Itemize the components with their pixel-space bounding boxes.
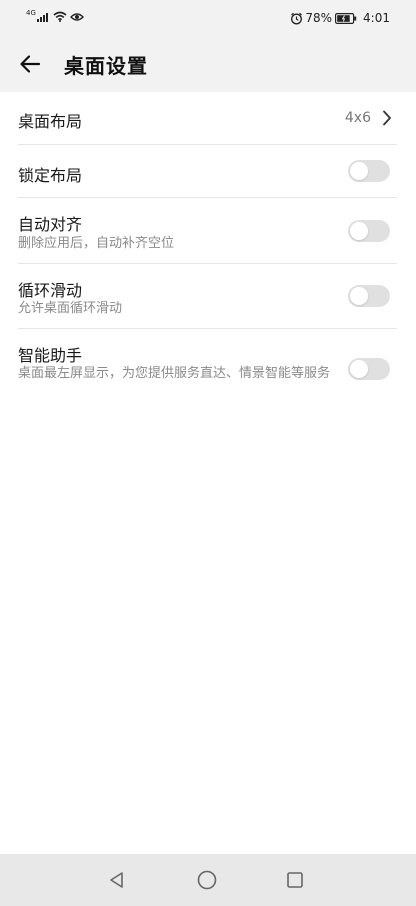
loop-scroll-toggle[interactable]: [348, 285, 390, 307]
setting-loop-scroll: 循环滑动 允许桌面循环滑动: [18, 264, 397, 329]
recents-square-icon: [287, 872, 303, 888]
setting-lock-layout: 锁定布局: [18, 145, 397, 198]
setting-smart-assistant: 智能助手 桌面最左屏显示，为您提供服务直达、情景智能等服务: [18, 329, 397, 409]
battery-icon: [335, 12, 357, 24]
navigation-bar: [0, 854, 416, 906]
toggle-knob: [350, 222, 368, 240]
home-circle-icon: [197, 870, 217, 890]
nav-recents-button[interactable]: [282, 867, 308, 893]
nav-back-button[interactable]: [104, 867, 130, 893]
network-type: 4G: [26, 8, 36, 17]
setting-description: 删除应用后，自动补齐空位: [18, 236, 175, 251]
signal-icon: [36, 11, 49, 22]
setting-label: 循环滑动: [18, 281, 83, 300]
toggle-knob: [350, 287, 368, 305]
setting-label: 自动对齐: [18, 215, 83, 234]
status-left: 4G: [26, 8, 84, 22]
setting-description: 桌面最左屏显示，为您提供服务直达、情景智能等服务: [18, 366, 331, 381]
lock-layout-toggle[interactable]: [348, 160, 390, 182]
status-right: 78% 4:01: [290, 11, 390, 25]
auto-align-toggle[interactable]: [348, 220, 390, 242]
page-title: 桌面设置: [64, 54, 148, 78]
smart-assistant-toggle[interactable]: [348, 358, 390, 380]
alarm-icon: [291, 12, 303, 24]
toggle-knob: [350, 360, 368, 378]
app-header: 桌面设置: [0, 36, 416, 92]
setting-auto-align: 自动对齐 删除应用后，自动补齐空位: [18, 198, 397, 264]
chevron-right-icon: [383, 110, 391, 126]
eye-icon: [69, 12, 84, 21]
toggle-knob: [350, 162, 368, 180]
setting-description: 允许桌面循环滑动: [18, 301, 123, 316]
status-bar: 4G 78% 4:01: [0, 0, 416, 36]
battery-percent: 78%: [305, 11, 333, 25]
setting-label: 桌面布局: [18, 112, 83, 131]
settings-list: 桌面布局 4x6 锁定布局 自动对齐 删除应用后，自动补齐空位 循环滑动 允许桌…: [0, 92, 416, 854]
setting-label: 智能助手: [18, 346, 83, 365]
setting-desktop-layout[interactable]: 桌面布局 4x6: [18, 92, 397, 145]
back-arrow-icon: [20, 55, 41, 73]
layout-value: 4x6: [344, 110, 371, 126]
back-triangle-icon: [110, 872, 123, 888]
clock-time: 4:01: [363, 11, 390, 25]
nav-home-button[interactable]: [194, 867, 220, 893]
setting-label: 锁定布局: [18, 166, 83, 185]
back-button[interactable]: [14, 48, 46, 80]
wifi-icon: [53, 11, 67, 22]
